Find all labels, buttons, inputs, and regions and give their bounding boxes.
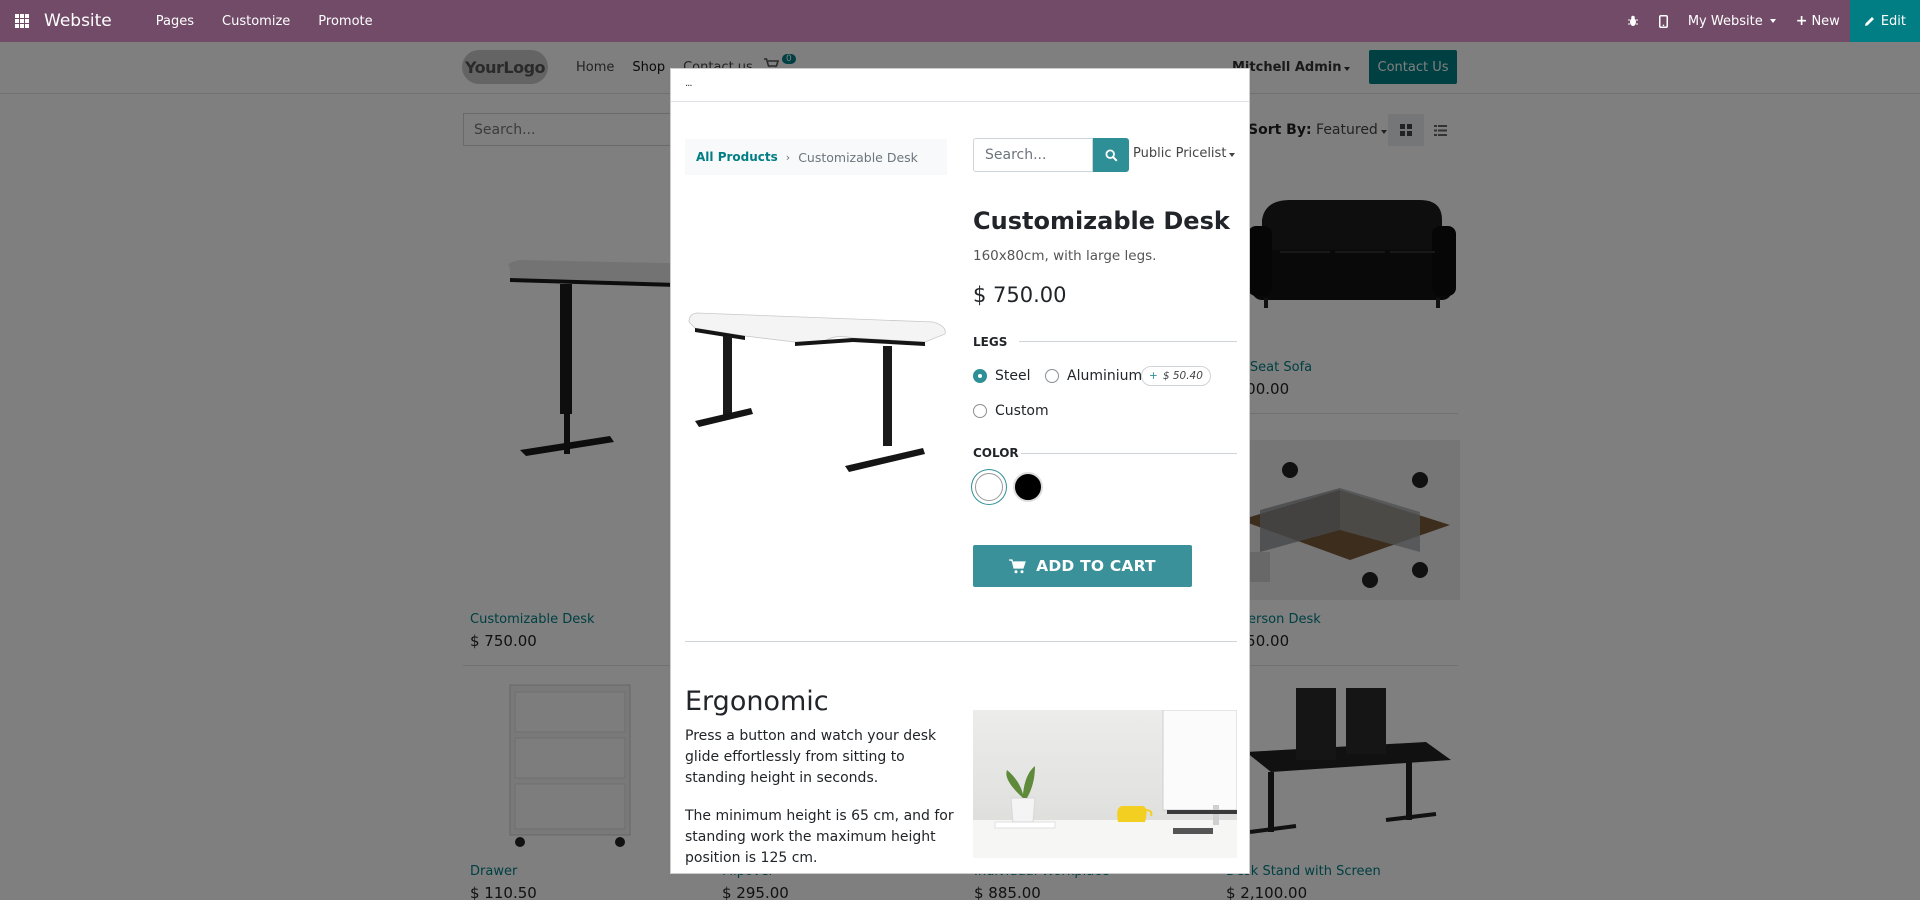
chevron-right-icon: › (785, 150, 791, 164)
chevron-down-icon (1229, 153, 1236, 157)
pricelist-dropdown[interactable]: Public Pricelist (1133, 146, 1236, 161)
section-paragraph: The minimum height is 65 cm, and for sta… (685, 808, 954, 866)
chevron-down-icon (1769, 19, 1776, 23)
menu-pages[interactable]: Pages (142, 14, 208, 29)
mobile-preview-icon[interactable] (1649, 14, 1678, 28)
attribute-divider (1021, 453, 1237, 454)
cart-icon (1009, 558, 1027, 573)
price-extra-value: $ 50.40 (1162, 370, 1203, 382)
modal-header-dots: ... (685, 78, 692, 89)
product-search-input[interactable]: Search... (973, 138, 1093, 172)
product-description: 160x80cm, with large legs. (973, 248, 1157, 264)
debug-bug-icon[interactable] (1617, 15, 1649, 27)
product-title: Customizable Desk (973, 207, 1230, 235)
product-quick-view-modal: ... All Products › Customizable Desk Sea… (670, 68, 1250, 874)
search-icon (1104, 148, 1118, 162)
breadcrumb-all-products[interactable]: All Products (696, 150, 778, 164)
website-selector[interactable]: My Website (1678, 14, 1786, 29)
app-brand[interactable]: Website (44, 11, 112, 31)
legs-attribute-label: LEGS (973, 335, 1008, 349)
price-extra-badge: + $ 50.40 (1141, 366, 1211, 386)
new-label: New (1811, 13, 1840, 29)
pencil-icon (1864, 16, 1874, 26)
option-label: Custom (995, 403, 1049, 419)
color-swatch-white[interactable] (975, 473, 1003, 501)
section-divider (685, 641, 1237, 642)
ergonomic-desk-image (973, 710, 1237, 858)
radio-unchecked-icon (973, 404, 987, 418)
add-to-cart-label: ADD TO CART (1036, 557, 1156, 575)
modal-header: ... (671, 69, 1249, 102)
section-title: Ergonomic (685, 686, 829, 717)
color-swatch-black[interactable] (1013, 472, 1043, 502)
breadcrumb: All Products › Customizable Desk (685, 139, 947, 175)
menu-customize[interactable]: Customize (208, 14, 304, 29)
option-label: Aluminium (1067, 368, 1143, 384)
add-to-cart-button[interactable]: ADD TO CART (973, 545, 1192, 587)
product-main-image (685, 284, 947, 484)
search-button[interactable] (1093, 138, 1129, 172)
radio-checked-icon (973, 369, 987, 383)
plus-sign: + (1149, 370, 1158, 382)
legs-option-aluminium[interactable]: Aluminium (1045, 368, 1142, 384)
pricelist-label: Public Pricelist (1133, 146, 1227, 161)
menu-promote[interactable]: Promote (304, 14, 386, 29)
product-price: $ 750.00 (973, 283, 1067, 307)
admin-menu: Pages Customize Promote (142, 14, 387, 29)
breadcrumb-current: Customizable Desk (798, 149, 918, 165)
edit-label: Edit (1880, 13, 1906, 29)
attribute-divider (1019, 341, 1237, 342)
new-button[interactable]: + New (1786, 13, 1850, 29)
apps-menu-icon[interactable] (0, 0, 44, 42)
color-attribute-label: COLOR (973, 446, 1019, 460)
edit-button[interactable]: Edit (1849, 0, 1920, 42)
admin-navbar: Website Pages Customize Promote My Websi… (0, 0, 1920, 42)
legs-option-custom[interactable]: Custom (973, 403, 1049, 419)
plus-icon: + (1795, 13, 1808, 29)
legs-option-steel[interactable]: Steel (973, 368, 1031, 384)
radio-unchecked-icon (1045, 369, 1059, 383)
section-paragraph: Press a button and watch your desk glide… (685, 728, 937, 786)
admin-right-actions: My Website + New Edit (1617, 0, 1920, 42)
option-label: Steel (995, 368, 1031, 384)
website-selector-label: My Website (1687, 13, 1763, 29)
